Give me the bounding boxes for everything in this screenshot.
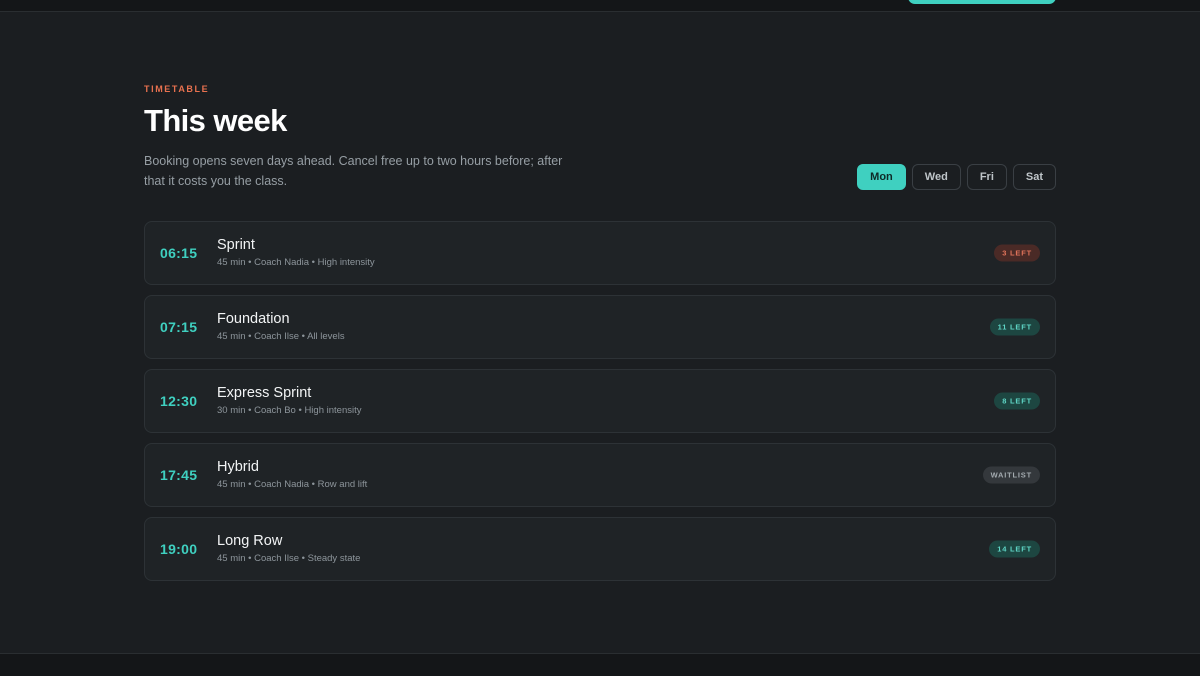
class-name: Hybrid <box>217 459 259 475</box>
class-info: Foundation 45 min • Coach Ilse • All lev… <box>217 310 345 343</box>
class-time: 17:45 <box>160 467 198 483</box>
class-meta: 45 min • Coach Ilse • All levels <box>217 331 345 342</box>
class-name: Foundation <box>217 311 290 327</box>
class-card-hybrid[interactable]: 17:45 Hybrid 45 min • Coach Nadia • Row … <box>144 443 1056 507</box>
availability-badge: 11 LEFT <box>989 318 1040 336</box>
availability-badge: WAITLIST <box>982 466 1040 484</box>
top-nav <box>0 0 1200 12</box>
class-meta: 45 min • Coach Nadia • Row and lift <box>217 479 368 490</box>
timetable-section: TIMETABLE This week Booking opens seven … <box>144 84 1056 581</box>
header-row: Booking opens seven days ahead. Cancel f… <box>144 151 1056 191</box>
section-eyebrow: TIMETABLE <box>144 84 210 94</box>
tab-mon[interactable]: Mon <box>857 164 906 190</box>
availability-badge: 8 LEFT <box>994 392 1040 410</box>
class-name: Sprint <box>217 237 255 253</box>
day-tabs: Mon Wed Fri Sat <box>857 164 1056 190</box>
tab-fri[interactable]: Fri <box>966 164 1007 190</box>
class-meta: 30 min • Coach Bo • High intensity <box>217 405 362 416</box>
booking-description: Booking opens seven days ahead. Cancel f… <box>144 154 563 188</box>
class-name: Long Row <box>217 533 283 549</box>
class-meta: 45 min • Coach Ilse • Steady state <box>217 553 361 564</box>
class-info: Sprint 45 min • Coach Nadia • High inten… <box>217 236 375 269</box>
class-time: 12:30 <box>160 393 198 409</box>
availability-badge: 3 LEFT <box>994 244 1040 262</box>
class-info: Hybrid 45 min • Coach Nadia • Row and li… <box>217 458 367 491</box>
class-meta: 45 min • Coach Nadia • High intensity <box>217 257 375 268</box>
footer <box>0 653 1200 676</box>
class-card-express-sprint[interactable]: 12:30 Express Sprint 30 min • Coach Bo •… <box>144 369 1056 433</box>
class-card-sprint[interactable]: 06:15 Sprint 45 min • Coach Nadia • High… <box>144 221 1056 285</box>
nav-cta-button[interactable] <box>908 0 1056 4</box>
tab-sat[interactable]: Sat <box>1012 164 1056 190</box>
tab-wed[interactable]: Wed <box>911 164 961 190</box>
class-name: Express Sprint <box>217 385 312 401</box>
class-card-foundation[interactable]: 07:15 Foundation 45 min • Coach Ilse • A… <box>144 295 1056 359</box>
page-title: This week <box>144 103 287 138</box>
availability-badge: 14 LEFT <box>989 540 1040 558</box>
class-card-long-row[interactable]: 19:00 Long Row 45 min • Coach Ilse • Ste… <box>144 517 1056 581</box>
class-time: 06:15 <box>160 245 198 261</box>
class-info: Express Sprint 30 min • Coach Bo • High … <box>217 384 361 417</box>
class-info: Long Row 45 min • Coach Ilse • Steady st… <box>217 532 360 565</box>
class-time: 19:00 <box>160 541 198 557</box>
class-list: 06:15 Sprint 45 min • Coach Nadia • High… <box>144 221 1056 581</box>
class-time: 07:15 <box>160 319 198 335</box>
